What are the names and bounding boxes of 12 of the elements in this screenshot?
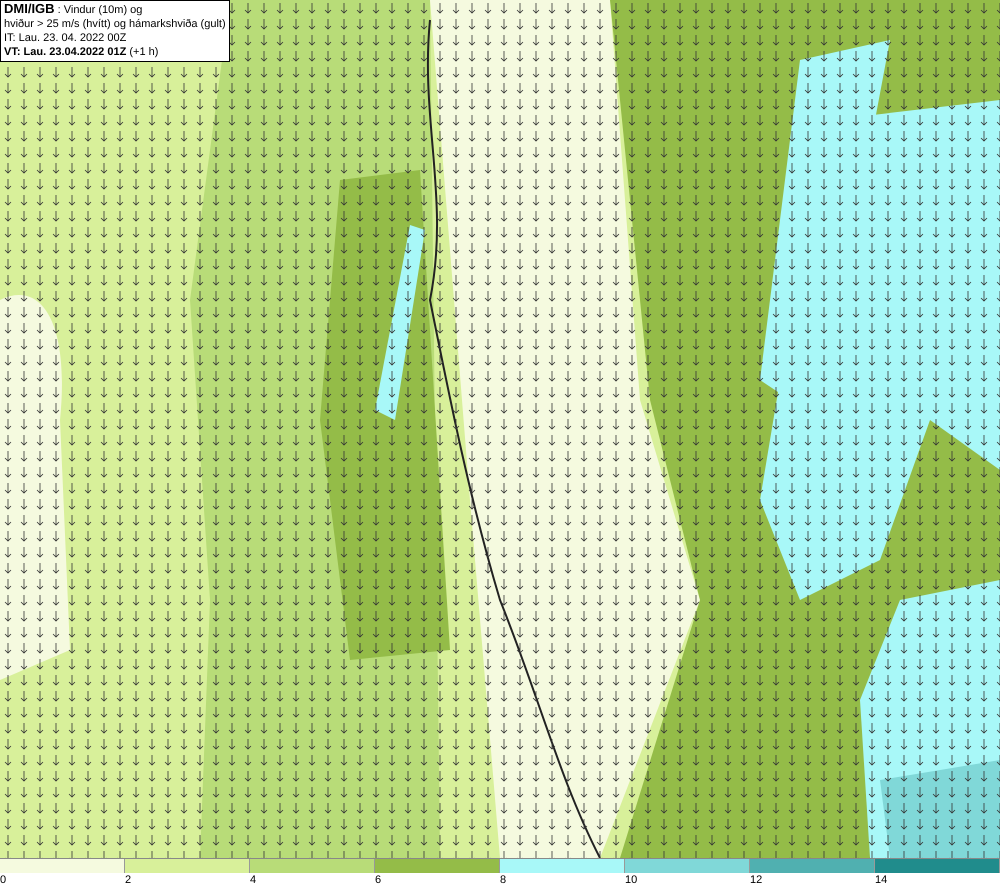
header-line: VT: Lau. 23.04.2022 01Z (+1 h) (4, 45, 160, 59)
legend-tick-label: 6 (375, 874, 382, 886)
header-line: DMI/IGB : Vindur (10m) og (4, 2, 144, 17)
legend-tick-label: 14 (875, 874, 888, 886)
header-line: IT: Lau. 23. 04. 2022 00Z (4, 31, 128, 45)
legend-tick-label: 2 (125, 874, 132, 886)
legend-tick-label: 0 (0, 874, 6, 886)
header-line: hviður > 25 m/s (hvítt) og hámarkshviða (gult) (4, 17, 226, 31)
legend-tick-label: 4 (250, 874, 256, 886)
legend-tick-label: 10 (625, 874, 638, 886)
legend-tick-label: 8 (500, 874, 506, 886)
legend-tick-label: 12 (750, 874, 762, 886)
